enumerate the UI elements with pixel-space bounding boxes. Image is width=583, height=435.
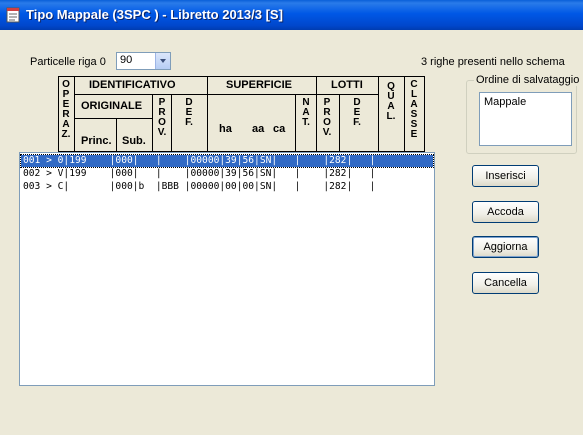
particelle-combo-value: 90 bbox=[120, 54, 133, 66]
title-bar: Tipo Mappale (3SPC ) - Libretto 2013/3 [… bbox=[0, 0, 583, 30]
header-sub: Sub. bbox=[122, 135, 146, 147]
form-icon bbox=[6, 7, 20, 23]
header-ca: ca bbox=[273, 123, 286, 135]
header-prov: P R O V. bbox=[157, 97, 167, 138]
accoda-button[interactable]: Accoda bbox=[472, 201, 539, 223]
header-originale: ORIGINALE bbox=[81, 100, 143, 112]
window-title: Tipo Mappale (3SPC ) - Libretto 2013/3 [… bbox=[26, 7, 283, 22]
list-item[interactable]: 003 > C| |000|b |BBB |00000|00|00|SN| | … bbox=[21, 181, 433, 193]
list-item[interactable]: 001 > 0|199 |000| | |00000|39|56|SN| | |… bbox=[20, 154, 434, 168]
save-order-title: Ordine di salvataggio bbox=[474, 74, 582, 86]
header-nat: N A T. bbox=[302, 97, 310, 128]
header-identificativo: IDENTIFICATIVO bbox=[89, 79, 176, 91]
rows-present-text: 3 righe presenti nello schema bbox=[421, 56, 565, 68]
header-qual: Q U A L. bbox=[386, 81, 396, 122]
aggiorna-button[interactable]: Aggiorna bbox=[472, 236, 539, 258]
particelle-label: Particelle riga 0 bbox=[30, 56, 106, 68]
particelle-combo[interactable]: 90 bbox=[116, 52, 171, 70]
header-lotti-def: D E F. bbox=[353, 97, 361, 128]
particelle-list[interactable]: 001 > 0|199 |000| | |00000|39|56|SN| | |… bbox=[19, 152, 435, 386]
cancella-button[interactable]: Cancella bbox=[472, 272, 539, 294]
header-lotti-prov: P R O V. bbox=[322, 97, 332, 138]
inserisci-button[interactable]: Inserisci bbox=[472, 165, 539, 187]
header-princ: Princ. bbox=[81, 135, 112, 147]
header-lotti: LOTTI bbox=[331, 79, 363, 91]
header-def: D E F. bbox=[185, 97, 193, 128]
header-ha: ha bbox=[219, 123, 232, 135]
header-aa: aa bbox=[252, 123, 265, 135]
save-order-item[interactable]: Mappale bbox=[484, 96, 567, 108]
list-item[interactable]: 002 > V|199 |000| | |00000|39|56|SN| | |… bbox=[21, 168, 433, 180]
header-operaz: O P E R A Z. bbox=[61, 79, 71, 140]
header-classe: CLASSE bbox=[410, 79, 418, 140]
save-order-list[interactable]: Mappale bbox=[479, 92, 572, 146]
chevron-down-icon[interactable] bbox=[155, 53, 170, 69]
header-superficie: SUPERFICIE bbox=[226, 79, 293, 91]
